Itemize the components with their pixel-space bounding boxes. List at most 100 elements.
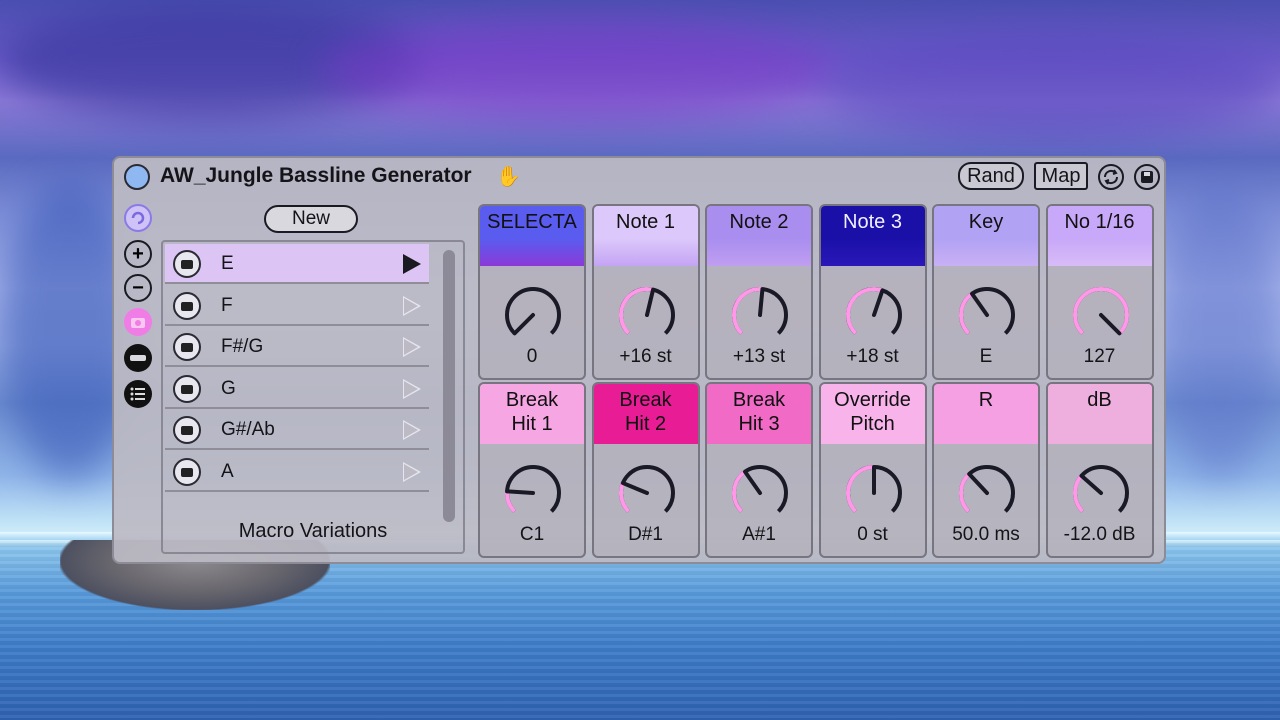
macro-label: Override Pitch xyxy=(820,384,925,444)
macro-knob-cell: Note 2 +13 st xyxy=(705,204,813,380)
knob-value-arc xyxy=(505,491,517,513)
macro-knob-cell: Note 3 +18 st xyxy=(818,204,927,380)
macro-value: +18 st xyxy=(846,346,899,367)
knob-track xyxy=(505,287,561,335)
macro-value: +13 st xyxy=(732,346,786,367)
macro-knob-cell: Override Pitch 0 st xyxy=(818,382,927,558)
macro-value: +16 st xyxy=(619,346,672,367)
knob-value-arc xyxy=(845,465,874,513)
variation-row[interactable]: A xyxy=(165,452,429,492)
macro-knob[interactable] xyxy=(500,282,566,348)
knob-needle xyxy=(871,288,884,317)
camera-icon[interactable] xyxy=(173,374,201,403)
device-title: AW_Jungle Bassline Generator xyxy=(160,164,472,187)
camera-icon[interactable] xyxy=(173,333,201,361)
hand-icon: ✋ xyxy=(496,166,521,188)
macro-value: E xyxy=(979,346,993,367)
macro-knob[interactable] xyxy=(727,282,793,348)
macro-label: Note 2 xyxy=(707,206,811,266)
variation-label: A xyxy=(221,460,234,482)
variation-row[interactable]: E xyxy=(165,244,429,284)
macro-knob[interactable] xyxy=(614,282,680,348)
macro-knob[interactable] xyxy=(1068,282,1134,348)
camera-icon[interactable] xyxy=(173,457,201,486)
save-icon[interactable] xyxy=(1134,164,1160,190)
knob-value-arc xyxy=(732,287,763,335)
macro-knob[interactable] xyxy=(841,460,907,526)
variations-scrollbar[interactable] xyxy=(443,250,455,522)
play-icon[interactable] xyxy=(403,420,421,440)
variation-label: G xyxy=(221,377,236,399)
variation-row[interactable]: F xyxy=(165,286,429,326)
play-icon[interactable] xyxy=(403,461,421,482)
knob-needle xyxy=(620,481,649,495)
remove-variation-icon[interactable]: − xyxy=(124,274,152,302)
variation-label: F#/G xyxy=(221,336,264,357)
camera-icon[interactable] xyxy=(173,416,201,444)
knob-value-arc xyxy=(618,482,630,513)
macro-label: Break Hit 1 xyxy=(480,384,584,444)
camera-icon[interactable] xyxy=(173,250,201,278)
knob-needle xyxy=(1098,313,1121,336)
knob-needle xyxy=(758,287,765,317)
macro-variations-title: Macro Variations xyxy=(238,520,388,542)
macro-knob[interactable] xyxy=(727,460,793,526)
knob-value-arc xyxy=(1072,287,1129,335)
knob-needle xyxy=(743,469,762,495)
macro-label: SELECTA xyxy=(480,206,584,266)
camera-icon[interactable] xyxy=(173,291,201,320)
collapse-icon[interactable] xyxy=(124,344,152,372)
knob-needle xyxy=(967,472,989,495)
sync-icon[interactable] xyxy=(1098,164,1124,190)
macro-knob-cell: No 1/16 127 xyxy=(1045,204,1154,380)
knob-needle xyxy=(505,489,535,495)
macro-label: Break Hit 3 xyxy=(707,384,811,444)
macro-value: 50.0 ms xyxy=(952,524,1020,545)
macro-knob[interactable] xyxy=(954,460,1020,526)
macro-knob[interactable] xyxy=(614,460,680,526)
device-titlebar: AW_Jungle Bassline Generator ✋ Rand Map xyxy=(114,158,1164,194)
macro-knob[interactable] xyxy=(954,282,1020,348)
macro-randomize-icon[interactable] xyxy=(124,204,152,232)
macro-label: Note 1 xyxy=(593,206,698,266)
macro-knob[interactable] xyxy=(841,282,907,348)
play-icon[interactable] xyxy=(403,254,421,274)
variation-row[interactable]: G xyxy=(165,369,429,409)
macro-label: Key xyxy=(934,206,1038,266)
knob-value-arc xyxy=(959,292,974,335)
macro-knob[interactable] xyxy=(500,460,566,526)
macro-value: D#1 xyxy=(628,524,663,545)
map-button[interactable]: Map xyxy=(1034,162,1088,190)
macro-label: R xyxy=(934,384,1038,444)
knob-track xyxy=(1072,465,1129,513)
play-icon[interactable] xyxy=(403,295,421,316)
knob-needle xyxy=(512,313,535,336)
macro-label: dB xyxy=(1047,384,1152,444)
macro-value: A#1 xyxy=(742,524,776,545)
list-icon[interactable] xyxy=(124,380,152,408)
macro-knob[interactable] xyxy=(1068,460,1134,526)
new-variation-button[interactable]: New xyxy=(264,205,358,233)
knob-track xyxy=(505,465,561,513)
play-icon[interactable] xyxy=(403,378,421,399)
macro-knob-cell: Break Hit 3 A#1 xyxy=(705,382,813,558)
variation-label: F xyxy=(221,294,233,316)
macro-label: Break Hit 2 xyxy=(593,384,698,444)
play-icon[interactable] xyxy=(403,337,421,357)
macro-value: 0 xyxy=(526,346,538,367)
variation-label: G#/Ab xyxy=(221,419,275,440)
device-power-button[interactable] xyxy=(124,164,150,190)
knob-needle xyxy=(970,291,989,317)
macro-label: No 1/16 xyxy=(1047,206,1152,266)
variation-row[interactable]: F#/G xyxy=(165,327,429,367)
macro-value: -12.0 dB xyxy=(1063,524,1136,545)
variation-row[interactable]: G#/Ab xyxy=(165,410,429,450)
macro-value: 0 st xyxy=(857,524,888,545)
macro-knob-cell: SELECTA 0 xyxy=(478,204,586,380)
camera-toggle-icon[interactable] xyxy=(124,308,152,336)
macro-value: C1 xyxy=(519,524,545,545)
macro-knob-cell: Break Hit 1 C1 xyxy=(478,382,586,558)
rand-button[interactable]: Rand xyxy=(958,162,1024,190)
knob-needle xyxy=(1078,473,1103,495)
add-variation-icon[interactable]: + xyxy=(124,240,152,268)
